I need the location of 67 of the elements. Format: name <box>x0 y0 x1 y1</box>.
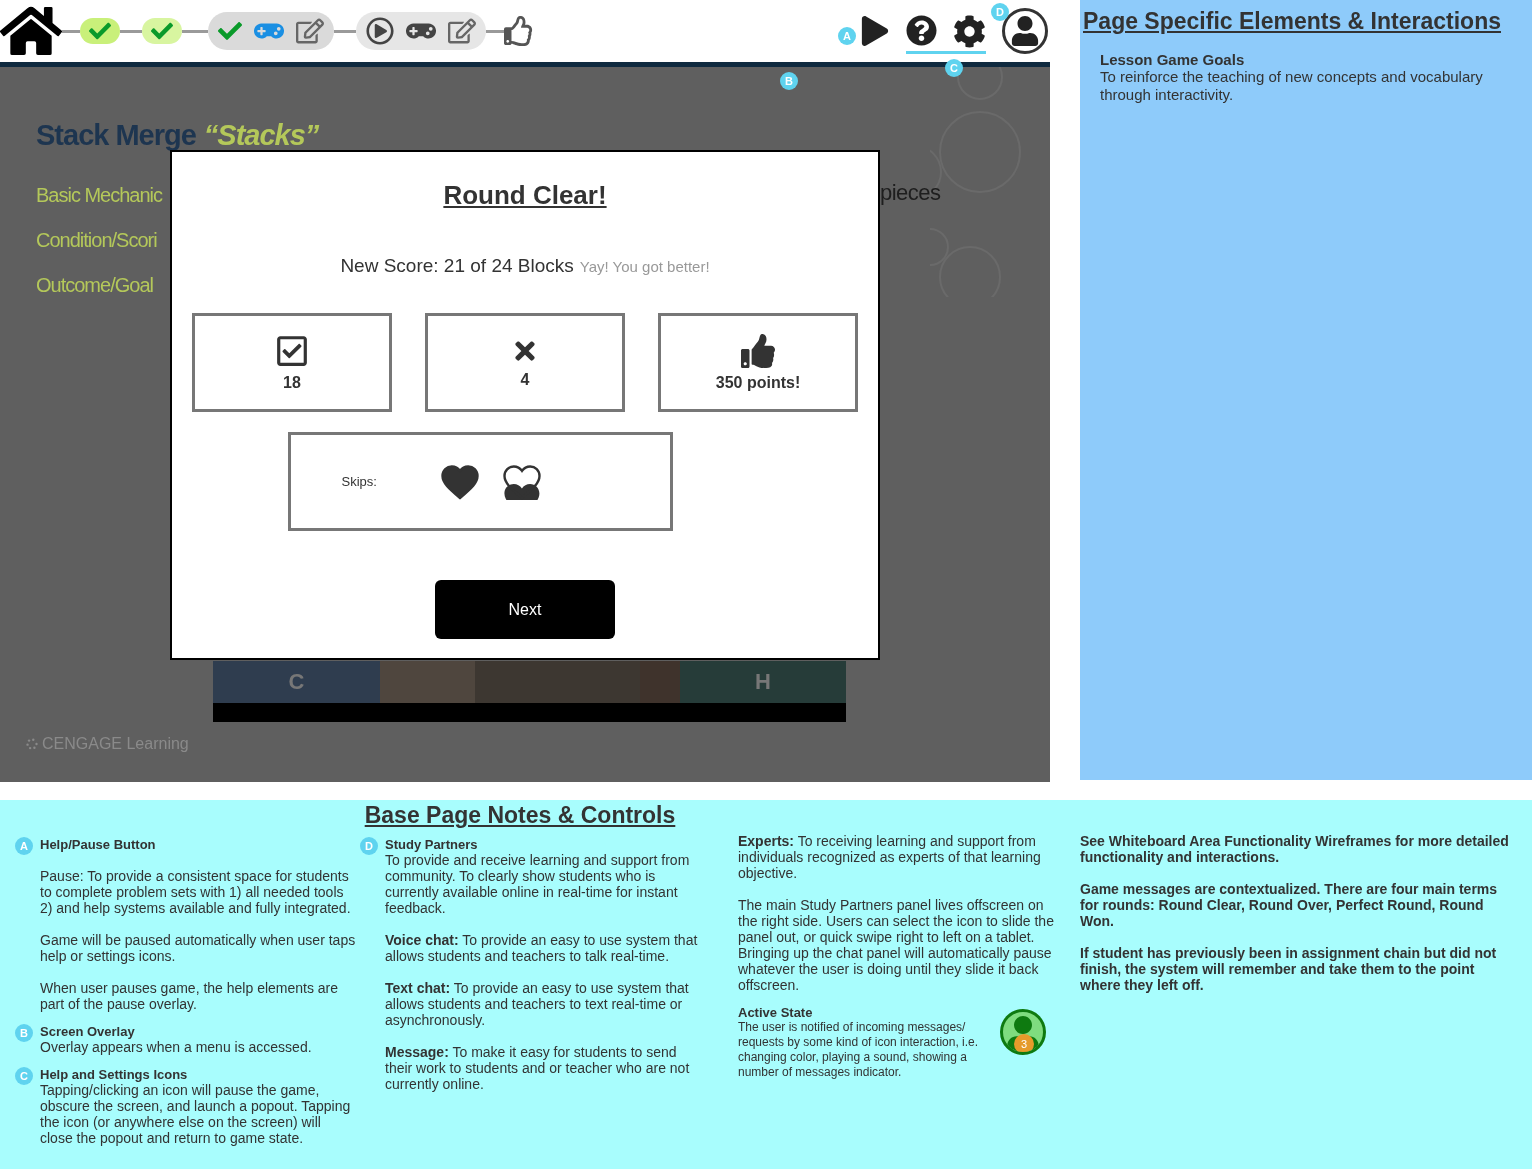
connector-line <box>334 29 356 33</box>
heart-icon <box>502 463 541 500</box>
note-text: To provide and receive learning and support from community. To clearly show students who is currently available online in real-time for instant feedback. <box>385 852 691 916</box>
stat-value: 350 points! <box>715 373 801 392</box>
note-text: Text chat: To provide an easy to use system that allows students and teachers to text real-time or asynchronously. <box>385 980 690 1028</box>
check-icon <box>151 20 173 42</box>
section-text: To reinforce the teaching of new concepts and vocabulary through interactivity. <box>1100 68 1484 104</box>
marker-badge: D <box>991 3 1009 21</box>
game-info-label: Outcome/Goal <box>36 274 153 297</box>
message-count: 3 <box>1014 1034 1034 1052</box>
stat-value: 18 <box>283 373 301 392</box>
check-icon <box>89 20 111 42</box>
game-info-text: pieces <box>880 180 941 206</box>
marker-badge: D <box>360 837 378 855</box>
note-text: Voice chat: To provide an easy to use system that allows students and teachers to talk real-time. <box>385 932 699 964</box>
connector-line <box>62 29 80 33</box>
marker-badge: C <box>15 1067 33 1085</box>
marker-badge: A <box>838 27 856 45</box>
note-heading: Active State <box>738 1005 814 1020</box>
game-title: Stack Merge “Stacks” <box>36 119 320 152</box>
game-info-label: Condition/Scori <box>36 229 157 252</box>
connector-line <box>182 29 208 33</box>
connector-line <box>486 29 504 33</box>
edit-icon[interactable] <box>296 17 324 45</box>
help-icon[interactable] <box>906 14 937 46</box>
score-text: New Score: 21 of 24 Blocks <box>340 255 574 277</box>
score-remark: Yay! You got better! <box>579 258 710 275</box>
note-text: When user pauses game, the help elements are part of the pause overlay. <box>40 980 340 1012</box>
stat-value: 4 <box>520 370 530 389</box>
checkbox-icon <box>275 333 309 368</box>
settings-icon[interactable] <box>953 14 986 48</box>
marker-badge: C <box>945 59 963 77</box>
play-icon[interactable] <box>366 17 394 45</box>
notes-title: Base Page Notes & Controls <box>363 802 677 829</box>
connector-line <box>120 29 142 33</box>
note-text: See Whiteboard Area Functionality Wireframes for more detailed functionality and interactions. <box>1080 833 1510 865</box>
completed-step[interactable] <box>142 18 182 44</box>
note-text: If student has previously been in assignment chain but did not finish, the system will remember and take them to the point where they left off. <box>1080 945 1498 993</box>
note-text: Message: To make it easy for students to send their work to students and or teacher who are not currently online. <box>385 1044 691 1092</box>
note-text: Game messages are contextualized. There are four main terms for rounds: Round Clear, Round Over, Perfect Round, Round Won. <box>1080 881 1499 929</box>
note-text: The main Study Partners panel lives offscreen on the right side. Users can select the icon to slide the panel out, or quick swipe right to left on a tablet. Bringing up the chat panel will automatically pause whatever the user is doing until they slide it back offscreen. <box>738 897 1055 993</box>
note-heading: Study Partners <box>385 837 479 852</box>
thumbs-up-icon <box>741 333 775 368</box>
edit-icon[interactable] <box>448 17 476 45</box>
note-text: The user is notified of incoming messages/ requests by some kind of icon interaction, i.e. changing color, playing a sound, showing a number of messages indicator. <box>738 1020 980 1080</box>
note-text: Pause: To provide a consistent space for students to complete problem sets with 1) all needed tools 2) and help systems available and fully integrated. <box>40 868 352 916</box>
note-heading: Screen Overlay <box>40 1024 136 1039</box>
thumbs-up-icon[interactable] <box>504 16 534 46</box>
game-board: C H <box>213 661 846 722</box>
note-text: Tapping/clicking an icon will pause the game, obscure the screen, and launch a popout. Tapping the icon (or anywhere else on the screen) will close the popout and return to game state. <box>40 1082 352 1146</box>
dialog-title: Round Clear! <box>443 180 607 211</box>
completed-step[interactable] <box>80 18 120 44</box>
game-info-label: Basic Mechanic <box>36 184 163 207</box>
note-text: Overlay appears when a menu is accessed. <box>40 1039 313 1055</box>
next-button[interactable]: Next <box>435 580 615 639</box>
marker-badge: B <box>780 72 798 90</box>
note-heading: Help and Settings Icons <box>40 1067 189 1082</box>
marker-badge: B <box>15 1024 33 1042</box>
marker-badge: A <box>15 837 33 855</box>
check-icon <box>218 19 242 43</box>
note-text: Experts: To receiving learning and support from individuals recognized as experts of that learning objective. <box>738 833 1042 881</box>
panel-title: Page Specific Elements & Interactions <box>1083 8 1502 35</box>
skips-label: Skips: <box>341 474 377 489</box>
note-text: Game will be paused automatically when user taps help or settings icons. <box>40 932 356 964</box>
note-heading: Help/Pause Button <box>40 837 157 852</box>
section-heading: Lesson Game Goals <box>1100 51 1246 68</box>
play-icon[interactable] <box>860 16 890 46</box>
